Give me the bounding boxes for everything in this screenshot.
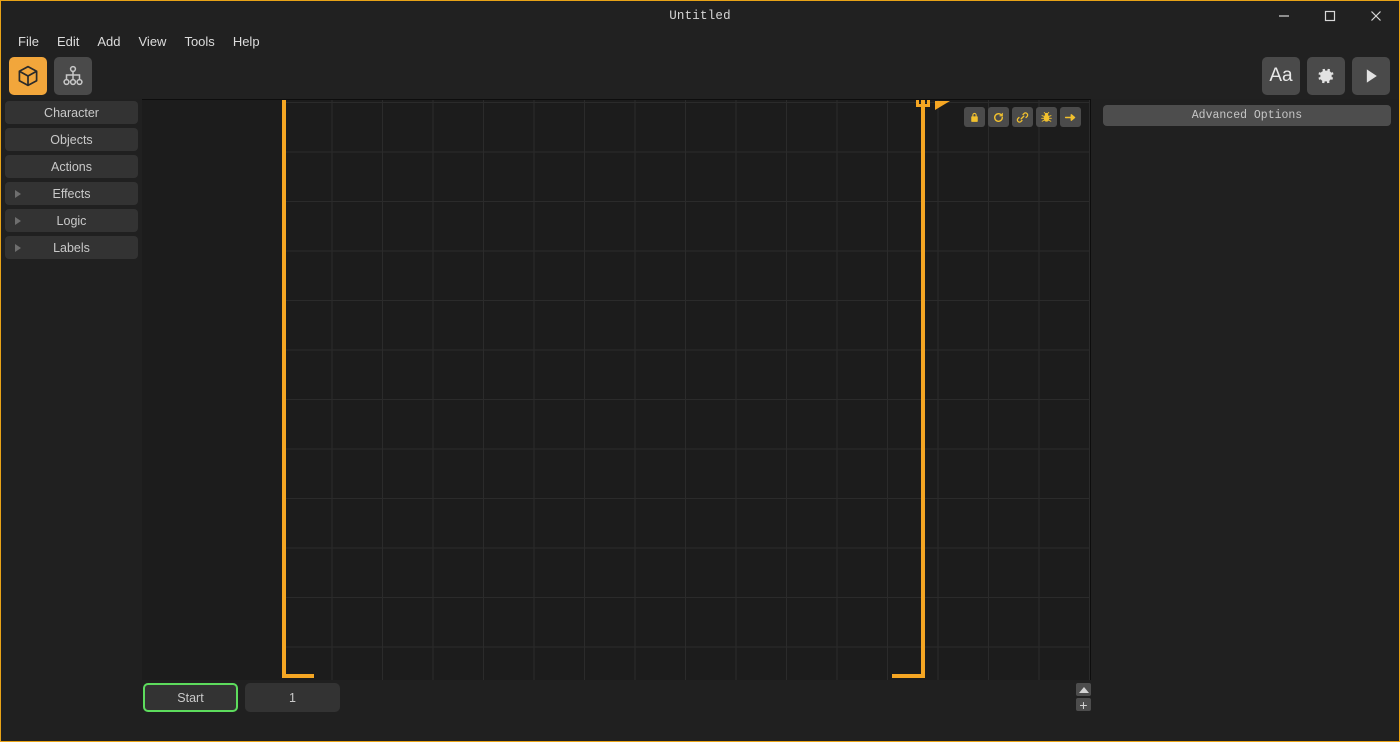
sidebar-item-actions[interactable]: Actions bbox=[5, 155, 138, 178]
bug-icon[interactable] bbox=[1036, 107, 1057, 127]
text-format-label: Aa bbox=[1269, 65, 1292, 87]
sidebar-item-character[interactable]: Character bbox=[5, 101, 138, 124]
cube-icon[interactable] bbox=[9, 57, 47, 95]
sidebar-item-labels[interactable]: Labels bbox=[5, 236, 138, 259]
toolbar-right-group: Aa bbox=[1262, 57, 1390, 95]
sidebar-item-label: Objects bbox=[50, 133, 92, 147]
timeline-start-foot bbox=[282, 674, 314, 678]
add-frame-button[interactable]: + bbox=[1076, 698, 1091, 711]
sidebar-item-label: Labels bbox=[53, 241, 90, 255]
timeline-end-marker[interactable] bbox=[921, 100, 925, 678]
rotate-icon[interactable] bbox=[988, 107, 1009, 127]
timeline-flag-icon bbox=[935, 101, 950, 110]
sidebar-item-objects[interactable]: Objects bbox=[5, 128, 138, 151]
gear-icon[interactable] bbox=[1307, 57, 1345, 95]
timeline-start-marker[interactable] bbox=[282, 100, 286, 678]
sidebar-item-logic[interactable]: Logic bbox=[5, 209, 138, 232]
advanced-options-button[interactable]: Advanced Options bbox=[1103, 105, 1391, 126]
link-icon[interactable] bbox=[1012, 107, 1033, 127]
window-title: Untitled bbox=[669, 9, 731, 23]
triangle-up-icon bbox=[1079, 687, 1089, 693]
chevron-right-icon bbox=[15, 217, 21, 225]
window-controls bbox=[1261, 1, 1399, 31]
maximize-icon[interactable] bbox=[1307, 1, 1353, 31]
canvas-empty-area bbox=[1090, 100, 1091, 680]
scroll-up-button[interactable] bbox=[1076, 683, 1091, 696]
frame-label: Start bbox=[177, 691, 203, 705]
mode-button-group bbox=[9, 57, 92, 95]
menu-item-view[interactable]: View bbox=[130, 32, 176, 52]
timeline-end-foot bbox=[892, 674, 925, 678]
menu-bar: File Edit Add View Tools Help bbox=[1, 31, 1399, 53]
scroll-controls: + bbox=[1076, 683, 1091, 711]
menu-item-tools[interactable]: Tools bbox=[175, 32, 223, 52]
sidebar-item-label: Logic bbox=[57, 214, 87, 228]
frame-button-1[interactable]: 1 bbox=[245, 683, 340, 712]
sidebar-item-label: Effects bbox=[53, 187, 91, 201]
arrow-right-icon[interactable] bbox=[1060, 107, 1081, 127]
sidebar-item-effects[interactable]: Effects bbox=[5, 182, 138, 205]
menu-item-edit[interactable]: Edit bbox=[48, 32, 88, 52]
application-window: Untitled File Edit Add View Tools Help bbox=[0, 0, 1400, 742]
timeline-canvas[interactable] bbox=[142, 99, 1091, 680]
close-icon[interactable] bbox=[1353, 1, 1399, 31]
left-sidebar: Character Objects Actions Effects Logic … bbox=[1, 99, 142, 741]
play-icon[interactable] bbox=[1352, 57, 1390, 95]
text-format-button[interactable]: Aa bbox=[1262, 57, 1300, 95]
menu-item-add[interactable]: Add bbox=[88, 32, 129, 52]
canvas-grid bbox=[282, 100, 1090, 680]
plus-icon: + bbox=[1079, 699, 1087, 711]
minimize-icon[interactable] bbox=[1261, 1, 1307, 31]
menu-item-file[interactable]: File bbox=[9, 32, 48, 52]
frame-label: 1 bbox=[289, 691, 296, 705]
lock-icon[interactable] bbox=[964, 107, 985, 127]
frame-button-group: Start 1 bbox=[143, 683, 340, 712]
playhead-handle[interactable] bbox=[916, 100, 930, 107]
advanced-options-label: Advanced Options bbox=[1192, 109, 1302, 122]
bottom-bar: Start 1 + bbox=[142, 681, 1091, 742]
top-toolbar: Aa bbox=[1, 53, 1399, 99]
chevron-right-icon bbox=[15, 244, 21, 252]
title-bar: Untitled bbox=[1, 1, 1399, 31]
menu-item-help[interactable]: Help bbox=[224, 32, 269, 52]
sidebar-item-label: Actions bbox=[51, 160, 92, 174]
chevron-right-icon bbox=[15, 190, 21, 198]
frame-button-start[interactable]: Start bbox=[143, 683, 238, 712]
sidebar-item-label: Character bbox=[44, 106, 99, 120]
canvas-tool-strip bbox=[964, 107, 1081, 127]
hierarchy-icon[interactable] bbox=[54, 57, 92, 95]
